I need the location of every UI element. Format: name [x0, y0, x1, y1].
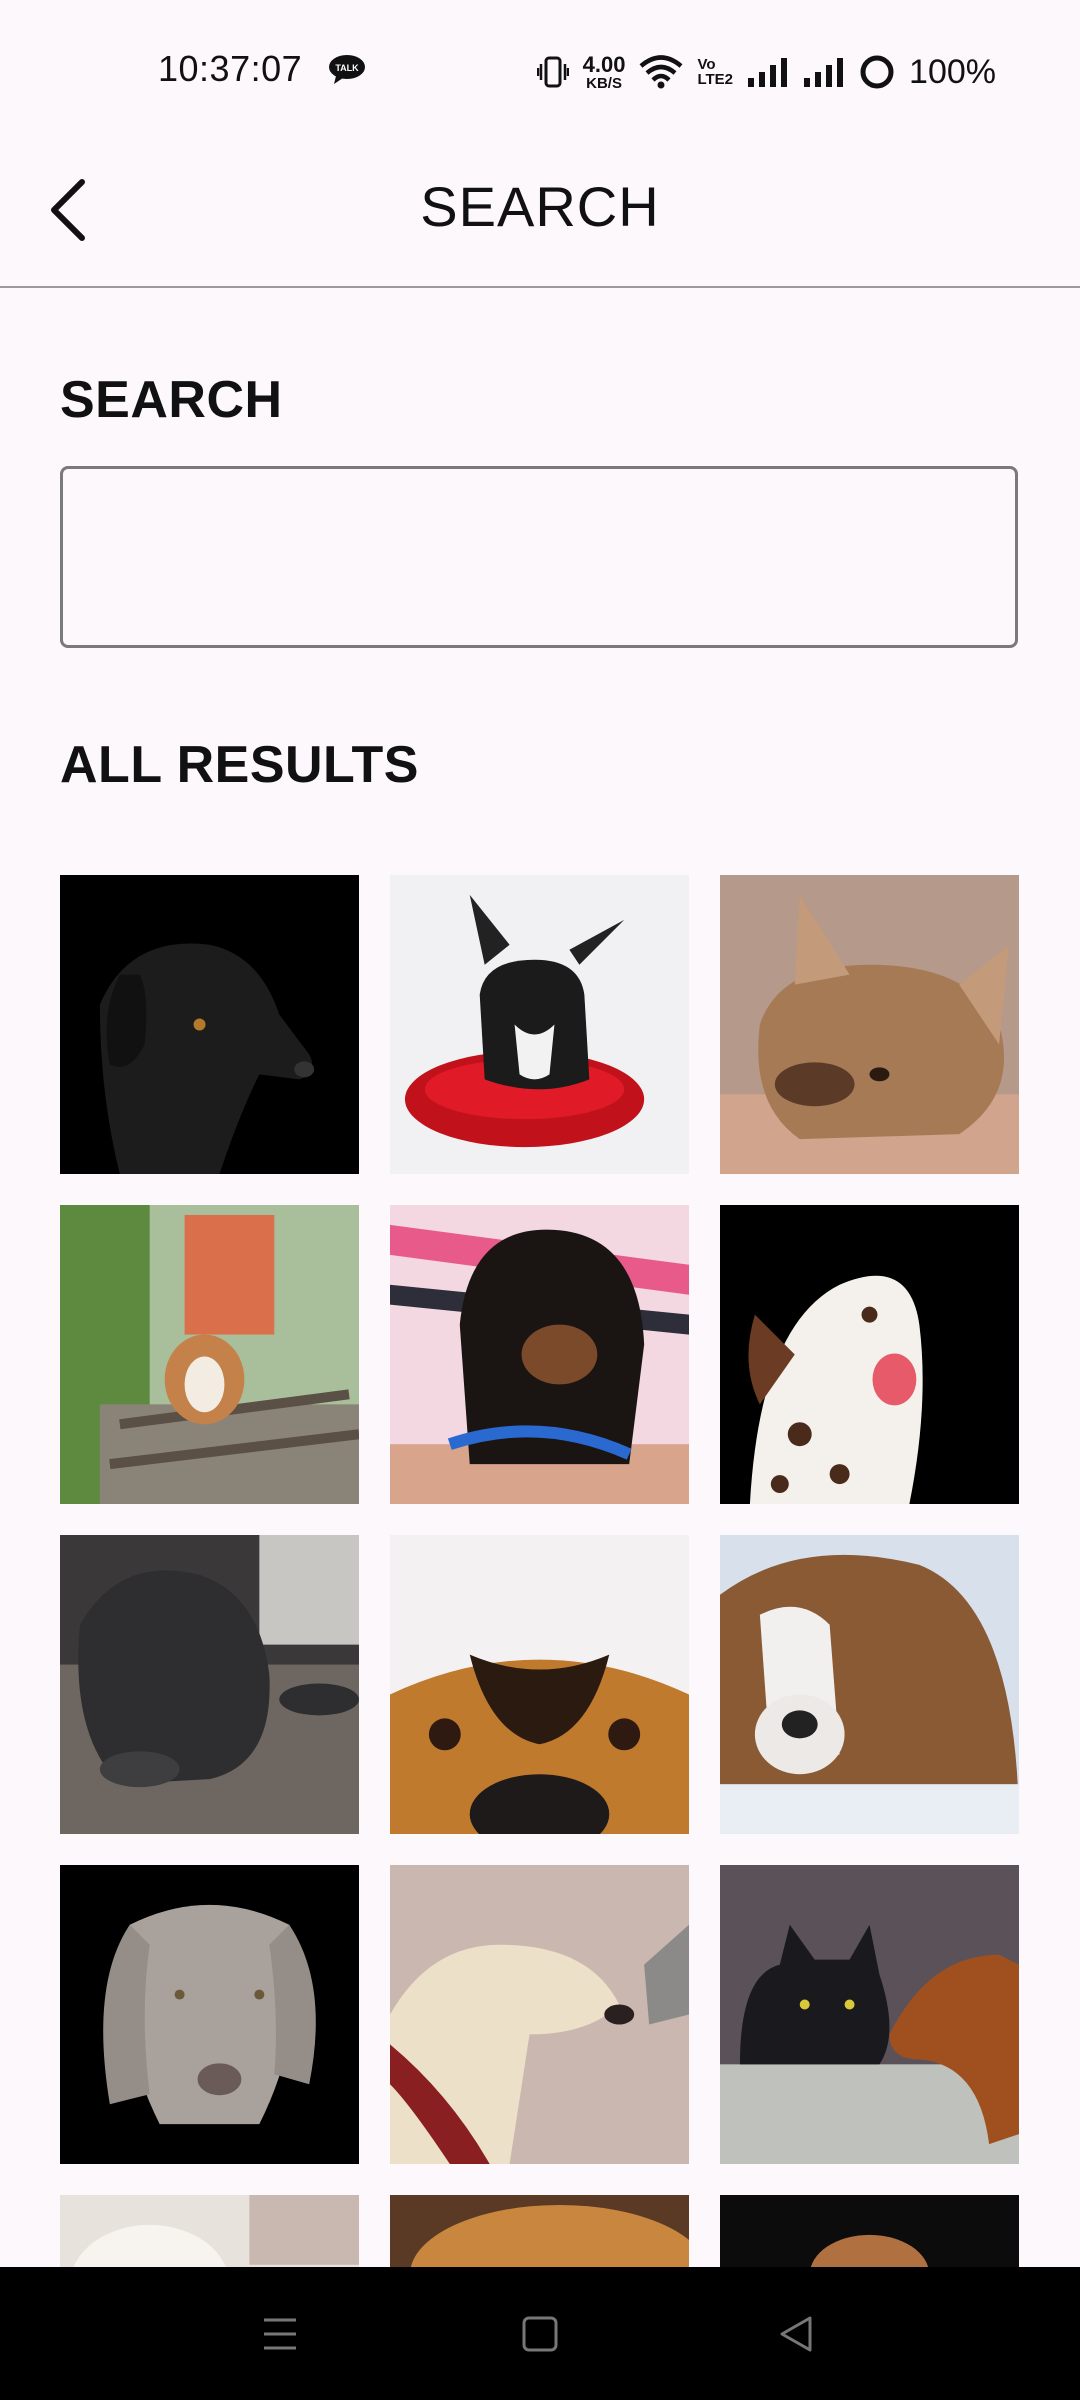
- result-image-cat-and-spaniel[interactable]: [720, 1865, 1019, 2164]
- square-icon: [522, 2316, 558, 2352]
- dog-photo-6: [720, 1205, 1019, 1504]
- result-image-fawn-bulldog[interactable]: [720, 875, 1019, 1174]
- dog-photo-10: [60, 1865, 359, 2164]
- menu-icon: [264, 2318, 296, 2350]
- dog-photo-8: [390, 1535, 689, 1834]
- dog-photo-13: [60, 2195, 359, 2267]
- results-heading: ALL RESULTS: [60, 736, 419, 794]
- system-back-button[interactable]: [756, 2297, 836, 2371]
- dog-photo-7: [60, 1535, 359, 1834]
- result-image-saint-bernard[interactable]: [720, 1535, 1019, 1834]
- page-title: SEARCH: [420, 175, 660, 238]
- volte-indicator: Vo LTE2: [697, 57, 733, 87]
- dog-photo-5: [390, 1205, 689, 1504]
- system-nav-bar: [0, 2267, 1080, 2400]
- dog-photo-14: [390, 2195, 689, 2267]
- network-speed: 4.00 KB/S: [582, 51, 626, 92]
- dog-photo-9: [720, 1535, 1019, 1834]
- result-image-weimaraner[interactable]: [60, 1865, 359, 2164]
- battery-percentage: 100%: [909, 52, 996, 91]
- results-grid: [60, 875, 1020, 2267]
- dog-photo-12: [720, 1865, 1019, 2164]
- screen: 10:37:07 TALK 4.00 KB/S Vo LTE2 100% SEA…: [0, 0, 1080, 2400]
- triangle-back-icon: [780, 2316, 812, 2352]
- battery-ring-icon: [859, 54, 895, 90]
- app-bar: SEARCH: [0, 140, 1080, 288]
- search-input[interactable]: [60, 466, 1018, 648]
- recents-button[interactable]: [240, 2297, 320, 2371]
- dog-photo-15: [720, 2195, 1019, 2267]
- volte-top: Vo: [697, 56, 716, 73]
- result-image-golden-retriever[interactable]: [390, 1865, 689, 2164]
- status-icons: 4.00 KB/S Vo LTE2 100%: [536, 50, 996, 94]
- result-image-black-dog[interactable]: [60, 875, 359, 1174]
- result-image-brown-dog[interactable]: [390, 2195, 689, 2267]
- network-speed-unit: KB/S: [586, 74, 622, 92]
- talk-notification-icon: TALK: [328, 54, 366, 84]
- search-heading: SEARCH: [60, 371, 283, 429]
- result-image-dog-closeup[interactable]: [390, 1535, 689, 1834]
- result-image-dalmatian[interactable]: [720, 1205, 1019, 1504]
- svg-text:TALK: TALK: [335, 63, 359, 73]
- dog-photo-2: [390, 875, 689, 1174]
- vibrate-icon: [536, 55, 569, 89]
- result-image-corgi-railway[interactable]: [60, 1205, 359, 1504]
- wifi-icon: [639, 55, 683, 89]
- status-bar: 10:37:07 TALK 4.00 KB/S Vo LTE2 100%: [0, 0, 1080, 140]
- dog-photo-11: [390, 1865, 689, 2164]
- signal-icon-sim2: [803, 56, 845, 88]
- result-image-brown-dog-dark[interactable]: [720, 2195, 1019, 2267]
- status-time: 10:37:07: [158, 48, 303, 89]
- dog-photo-4: [60, 1205, 359, 1504]
- dog-photo-1: [60, 875, 359, 1174]
- result-image-dachshund-puppy[interactable]: [390, 1205, 689, 1504]
- volte-bottom: LTE2: [697, 71, 734, 88]
- signal-icon-sim1: [747, 56, 789, 88]
- dog-photo-3: [720, 875, 1019, 1174]
- result-image-white-dog[interactable]: [60, 2195, 359, 2267]
- network-speed-value: 4.00: [582, 51, 626, 77]
- result-image-grey-puppy[interactable]: [60, 1535, 359, 1834]
- home-button[interactable]: [500, 2297, 580, 2371]
- result-image-french-bulldog-cushion[interactable]: [390, 875, 689, 1174]
